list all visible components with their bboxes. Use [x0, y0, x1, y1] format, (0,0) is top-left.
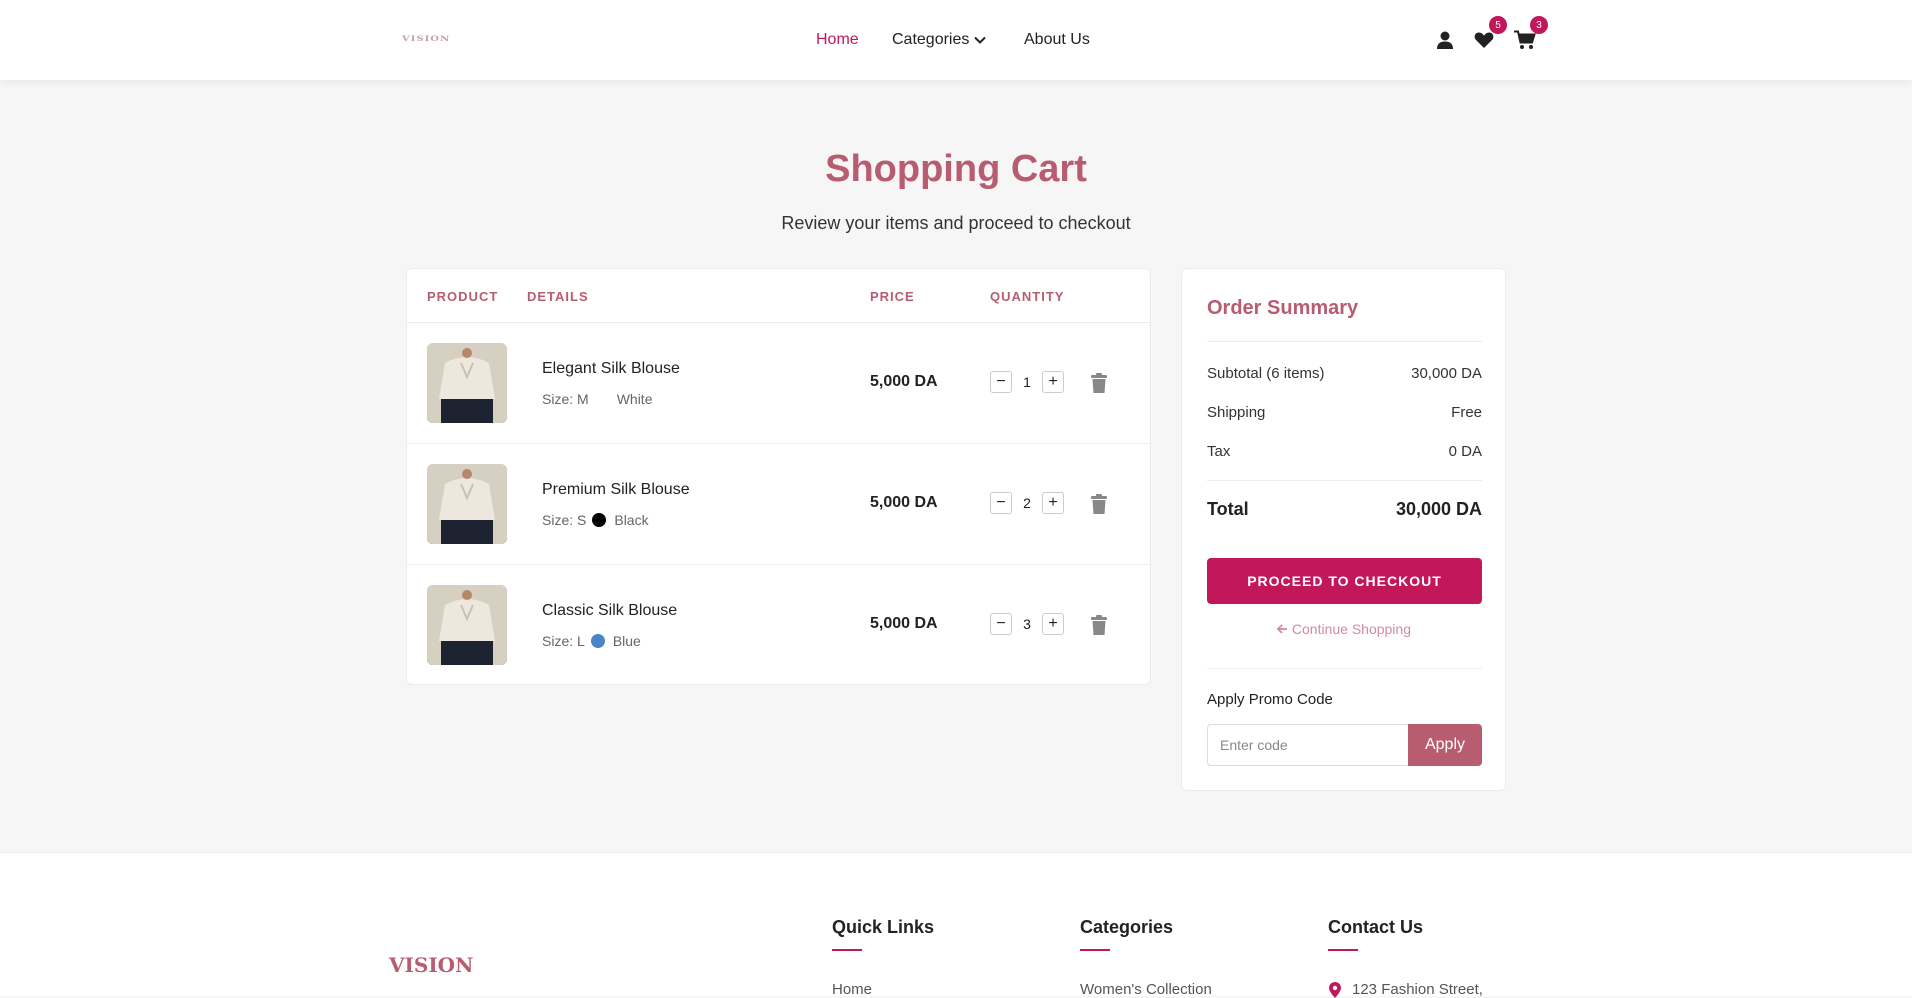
cart-row: Elegant Silk Blouse Size: M White 5,000 … [407, 323, 1150, 444]
page-title: Shopping Cart [825, 148, 1087, 190]
heart-icon [1474, 32, 1494, 48]
cart-button[interactable]: 3 [1514, 16, 1548, 51]
footer-quick-links-title: Quick Links [832, 917, 935, 937]
product-price: 5,000 DA [870, 615, 938, 632]
product-size: Size: M [542, 391, 589, 407]
subtotal-row: Subtotal (6 items) 30,000 DA [1207, 365, 1482, 382]
continue-shopping-link[interactable]: Continue Shopping [1182, 621, 1505, 637]
subtotal-label: Subtotal (6 items) [1207, 365, 1325, 382]
product-color: Blue [612, 633, 641, 649]
continue-shopping-label: Continue Shopping [1291, 621, 1411, 637]
cart-row: Premium Silk Blouse Size: S Black 5,000 … [407, 444, 1150, 565]
increase-quantity-button[interactable]: + [1042, 492, 1064, 514]
divider [1080, 949, 1110, 951]
site-logo[interactable]: VISION [389, 35, 463, 43]
site-footer: VISION Quick Links Home Categories Women… [0, 852, 1912, 998]
column-header-quantity: QUANTITY [990, 289, 1065, 304]
product-image[interactable] [427, 585, 507, 665]
footer-link-womens-collection[interactable]: Women's Collection [1080, 981, 1212, 998]
column-header-price: PRICE [870, 289, 915, 304]
product-details: Size: L Blue [542, 633, 641, 649]
color-swatch [592, 513, 607, 527]
nav-categories[interactable]: Categories [892, 28, 987, 52]
product-size: Size: L [542, 633, 585, 649]
footer-link-home[interactable]: Home [832, 981, 872, 998]
arrow-left-icon [1276, 624, 1287, 634]
footer-logo[interactable]: VISION [389, 953, 473, 977]
shipping-row: Shipping Free [1207, 404, 1482, 421]
divider [1207, 480, 1482, 481]
shipping-value: Free [1451, 404, 1482, 421]
total-value: 30,000 DA [1395, 499, 1482, 519]
total-label: Total [1207, 499, 1249, 519]
proceed-to-checkout-button[interactable]: PROCEED TO CHECKOUT [1207, 558, 1482, 604]
divider [1328, 949, 1358, 951]
product-image[interactable] [427, 343, 507, 423]
product-name[interactable]: Elegant Silk Blouse [542, 360, 680, 378]
footer-address-text: 123 Fashion Street, [1352, 981, 1483, 998]
cart-table: PRODUCT DETAILS PRICE QUANTITY Elegant S… [406, 268, 1151, 685]
quantity-stepper: − 3 + [990, 613, 1064, 635]
quantity-value: 1 [1023, 374, 1031, 390]
product-size: Size: S [542, 512, 587, 528]
quantity-stepper: − 1 + [990, 371, 1064, 393]
cart-icon [1514, 30, 1536, 49]
trash-icon[interactable] [1090, 373, 1108, 393]
wishlist-count-badge: 5 [1489, 16, 1507, 34]
footer-address: 123 Fashion Street, [1328, 981, 1483, 998]
page-subtitle: Review your items and proceed to checkou… [781, 213, 1131, 233]
product-image[interactable] [427, 464, 507, 544]
increase-quantity-button[interactable]: + [1042, 613, 1064, 635]
nav-home[interactable]: Home [816, 28, 859, 52]
cart-count-badge: 3 [1530, 16, 1548, 34]
total-row: Total 30,000 DA [1207, 499, 1482, 520]
decrease-quantity-button[interactable]: − [990, 492, 1012, 514]
product-price: 5,000 DA [870, 373, 938, 390]
order-summary: Order Summary Subtotal (6 items) 30,000 … [1181, 268, 1506, 791]
divider [1207, 341, 1482, 342]
apply-promo-button[interactable]: Apply [1408, 724, 1482, 766]
promo-code-input[interactable] [1207, 724, 1408, 766]
order-summary-title: Order Summary [1207, 297, 1359, 319]
product-color: Black [614, 512, 649, 528]
color-swatch [590, 634, 605, 648]
product-name[interactable]: Premium Silk Blouse [542, 481, 690, 499]
promo-code-label: Apply Promo Code [1207, 691, 1333, 708]
column-header-product: PRODUCT [427, 289, 499, 304]
color-swatch [594, 392, 609, 406]
divider [1207, 668, 1482, 669]
decrease-quantity-button[interactable]: − [990, 613, 1012, 635]
nav-about-us[interactable]: About Us [1024, 28, 1090, 52]
user-icon[interactable] [1434, 29, 1456, 51]
footer-contact-title: Contact Us [1328, 917, 1424, 937]
subtotal-value: 30,000 DA [1411, 365, 1482, 382]
divider [832, 949, 862, 951]
product-details: Size: S Black [542, 512, 649, 528]
shipping-label: Shipping [1207, 404, 1266, 421]
nav-categories-label: Categories [892, 31, 970, 48]
cart-table-header: PRODUCT DETAILS PRICE QUANTITY [407, 269, 1150, 323]
product-name[interactable]: Classic Silk Blouse [542, 602, 677, 620]
chevron-down-icon [974, 36, 987, 44]
site-header: VISION Home Categories About Us 5 3 [0, 0, 1912, 80]
tax-value: 0 DA [1448, 443, 1482, 460]
location-pin-icon [1329, 981, 1341, 998]
increase-quantity-button[interactable]: + [1042, 371, 1064, 393]
quantity-value: 2 [1023, 495, 1031, 511]
decrease-quantity-button[interactable]: − [990, 371, 1012, 393]
column-header-details: DETAILS [527, 289, 589, 304]
tax-label: Tax [1207, 443, 1231, 460]
tax-row: Tax 0 DA [1207, 443, 1482, 460]
product-details: Size: M White [542, 391, 652, 407]
product-color: White [616, 391, 653, 407]
quantity-value: 3 [1023, 616, 1031, 632]
product-price: 5,000 DA [870, 494, 938, 511]
trash-icon[interactable] [1090, 615, 1108, 635]
footer-categories-title: Categories [1080, 917, 1174, 937]
quantity-stepper: − 2 + [990, 492, 1064, 514]
trash-icon[interactable] [1090, 494, 1108, 514]
wishlist-button[interactable]: 5 [1473, 16, 1507, 51]
cart-row: Classic Silk Blouse Size: L Blue 5,000 D… [407, 565, 1150, 686]
